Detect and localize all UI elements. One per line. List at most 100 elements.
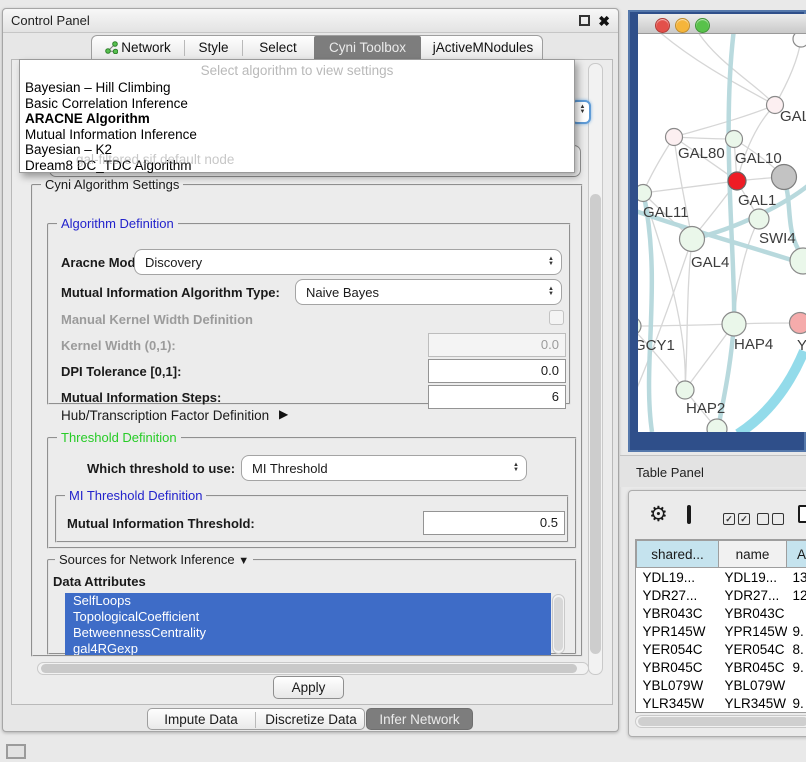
close-panel-icon[interactable]: ✖ [598,14,610,28]
window-minimize-button[interactable] [675,18,690,33]
node-gal80[interactable] [666,129,683,146]
table-row[interactable]: YBR045CYBR045C9. [637,658,806,676]
node-gal11[interactable] [638,185,652,202]
split-columns-icon[interactable] [687,505,691,524]
table-row[interactable]: YIL052CYIL052C9 [637,712,806,713]
list-item[interactable]: SelfLoops [65,593,551,609]
apply-button[interactable]: Apply [273,676,344,699]
table-panel-window: ⚙ ✓✓ shared... name A [628,490,806,737]
node-swi4[interactable] [749,209,769,229]
collapsed-panel-icon[interactable] [6,744,26,759]
gear-icon[interactable]: ⚙ [649,502,668,527]
threshold-definition-title: Threshold Definition [57,430,181,445]
node-label: Y [797,337,806,354]
node-right-large[interactable] [790,248,806,274]
manual-kernel-checkbox[interactable] [549,310,564,325]
node-label: GAL80 [678,145,725,162]
column-header-name[interactable]: name [719,541,787,568]
table-row[interactable]: YBR043CYBR043C [637,604,806,622]
dpi-tolerance-field[interactable]: 0.0 [428,359,566,383]
tab-select[interactable]: Select [243,36,313,60]
settings-horizontal-scrollbar[interactable] [37,662,589,675]
node-unlabeled[interactable] [793,34,806,47]
node-gal4[interactable] [680,227,705,252]
node-salmon[interactable] [790,313,806,334]
table-row[interactable]: YDR27...YDR27...12 [637,586,806,604]
node-label: HAP4 [734,336,773,353]
hub-section-label[interactable]: Hub/Transcription Factor Definition [61,408,269,423]
tab-cyni-toolbox[interactable]: Cyni Toolbox [314,36,421,60]
list-item[interactable]: TopologicalCoefficient [65,609,551,625]
dropdown-item[interactable]: Bayesian – Hill Climbing [20,80,574,96]
node-gray[interactable] [772,165,797,190]
collapse-arrow-down-icon[interactable]: ▼ [238,555,249,567]
node-label: GAL10 [735,150,782,167]
table-toolbar: ⚙ ✓✓ [633,499,806,535]
settings-vertical-scrollbar[interactable] [588,63,603,675]
table-row[interactable]: YDL19...YDL19...13 [637,568,806,587]
unchecked-columns-icon[interactable] [757,510,784,525]
algorithm-definition-title: Algorithm Definition [57,216,178,231]
node-label: SWI4 [759,230,796,247]
list-item[interactable]: gal4RGexp [65,641,551,655]
tab-network-label: Network [121,40,171,55]
chevron-updown-icon: ▲▼ [548,287,561,297]
column-header-partial[interactable]: A [787,541,806,568]
node-hap2[interactable] [676,381,694,399]
table-row[interactable]: YBL079WYBL079W [637,676,806,694]
data-attributes-list: SelfLoops TopologicalCoefficient Between… [65,593,551,655]
dropdown-item-aracne[interactable]: ARACNE Algorithm [20,111,574,127]
chevron-updown-icon: ▲▼ [548,257,561,267]
dpi-tolerance-label: DPI Tolerance [0,1]: [61,364,181,379]
dropdown-item[interactable]: Mutual Information Inference [20,127,574,143]
table-header-row: shared... name A [637,541,806,568]
list-item[interactable]: BetweennessCentrality [65,625,551,641]
table-row[interactable]: YLR345WYLR345W9. [637,694,806,712]
dropdown-placeholder: Select algorithm to view settings [20,60,574,80]
network-window-titlebar[interactable] [638,14,806,34]
dropdown-item[interactable]: Basic Correlation Inference [20,96,574,112]
attributes-list-scrollbar[interactable] [552,594,565,654]
tab-impute-data[interactable]: Impute Data [148,709,254,731]
window-close-button[interactable] [655,18,670,33]
node-gcy1[interactable] [638,317,641,335]
which-threshold-value: MI Threshold [252,461,513,476]
control-panel-titlebar[interactable]: Control Panel ✖ [3,9,618,33]
tab-infer-network[interactable]: Infer Network [366,708,473,730]
mi-threshold-field[interactable]: 0.5 [423,511,565,535]
mi-steps-label: Mutual Information Steps: [61,390,221,405]
expand-arrow-right-icon[interactable]: ▶ [279,407,288,421]
table-row[interactable]: YER054CYER054C8. [637,640,806,658]
node-gal1[interactable] [728,172,746,190]
node-hap4[interactable] [722,312,746,336]
window-zoom-button[interactable] [695,18,710,33]
column-header-shared[interactable]: shared... [637,541,719,568]
document-icon[interactable] [798,505,806,523]
network-canvas[interactable]: GAL80 GAL10 GAL1 GAL11 SWI4 GAL4 GCY1 HA… [638,34,806,432]
data-attributes-label: Data Attributes [53,574,146,589]
which-threshold-combo[interactable]: MI Threshold ▲▼ [241,455,527,481]
network-combo-ghost-value: gal-filtered.sif default node [76,152,234,167]
tab-network[interactable]: Network [92,36,184,60]
node-label: GAL4 [691,254,729,271]
application-root: Control Panel ✖ Network Style Select Cyn… [0,0,806,762]
aracne-mode-combo[interactable]: Discovery ▲▼ [134,249,562,275]
tab-style[interactable]: Style [185,36,242,60]
float-window-icon[interactable] [579,15,590,26]
mi-steps-field[interactable]: 6 [428,385,566,409]
tab-jactivemnodules[interactable]: jActiveMNodules [422,36,544,60]
kernel-width-field[interactable]: 0.0 [428,333,566,357]
node-label: HAP2 [686,400,725,417]
mi-algorithm-type-combo[interactable]: Naive Bayes ▲▼ [295,279,562,305]
which-threshold-label: Which threshold to use: [87,461,235,476]
network-view-window[interactable]: GAL80 GAL10 GAL1 GAL11 SWI4 GAL4 GCY1 HA… [628,10,806,452]
aracne-mode-value: Discovery [145,255,548,270]
node-gal10[interactable] [726,131,743,148]
mi-threshold-label: Mutual Information Threshold: [67,516,255,531]
table-horizontal-scrollbar[interactable] [635,715,806,728]
kernel-width-label: Kernel Width (0,1): [61,338,176,353]
table-row[interactable]: YPR145WYPR145W9. [637,622,806,640]
settings-group-title: Cyni Algorithm Settings [41,177,183,192]
checked-columns-icon[interactable]: ✓✓ [723,510,750,525]
tab-discretize-data[interactable]: Discretize Data [256,709,366,731]
